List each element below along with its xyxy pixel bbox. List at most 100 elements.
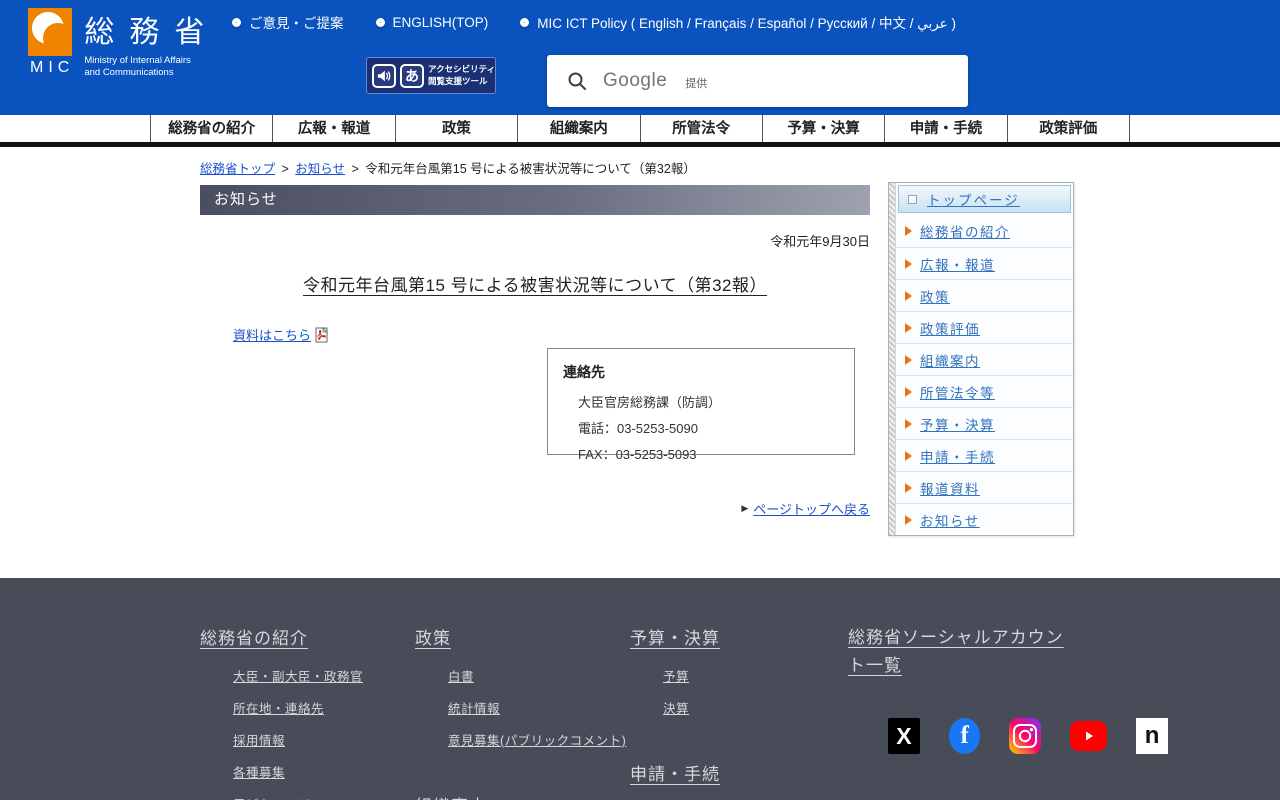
contact-heading: 連絡先 — [563, 362, 854, 382]
footer-link-item: 子どもページ — [233, 794, 415, 800]
material-link[interactable]: 資料はこちら — [233, 325, 311, 344]
footer-link[interactable]: 統計情報 — [448, 702, 500, 716]
back-to-top-link[interactable]: ページトップへ戻る — [753, 499, 870, 518]
sidebar-item[interactable]: 総務省の紹介 — [896, 215, 1073, 247]
triangle-bullet-icon — [905, 291, 912, 301]
nav-item[interactable]: 組織案内 — [517, 115, 639, 142]
accessibility-tool-button[interactable]: あ アクセシビリティ 閲覧支援ツール — [366, 57, 496, 94]
footer-link[interactable]: 各種募集 — [233, 766, 285, 780]
nav-item[interactable]: 総務省の紹介 — [150, 115, 272, 142]
footer-link[interactable]: 大臣・副大臣・政務官 — [233, 670, 363, 684]
footer-link-item: 採用情報 — [233, 730, 415, 762]
x-glyph: X — [896, 723, 911, 750]
sidebar-item-link[interactable]: 政策評価 — [920, 318, 980, 338]
header-links: ご意見・ご提案 ENGLISH(TOP) MIC ICT Policy ( Engl… — [232, 12, 956, 32]
global-nav: 総務省の紹介広報・報道政策組織案内所管法令予算・決算申請・手続政策評価 — [0, 115, 1280, 147]
footer-heading[interactable]: 予算・決算 — [630, 624, 848, 649]
footer-links: 大臣・副大臣・政務官所在地・連絡先採用情報各種募集子どもページ — [200, 666, 415, 800]
footer-heading[interactable]: 組織案内 — [415, 792, 630, 800]
footer-social-heading[interactable]: 総務省ソーシャルアカウント一覧 — [848, 624, 1068, 680]
facebook-glyph: f — [960, 722, 968, 750]
circle-bullet-icon — [376, 18, 385, 27]
header-link[interactable]: MIC ICT Policy ( English / Français / Es… — [520, 12, 956, 32]
sidebar-item-link[interactable]: 所管法令等 — [920, 382, 995, 402]
sidebar-item-link[interactable]: 総務省の紹介 — [920, 221, 1010, 241]
sidebar-item[interactable]: 所管法令等 — [896, 375, 1073, 407]
footer-link[interactable]: 白書 — [448, 670, 474, 684]
facebook-icon[interactable]: f — [949, 718, 981, 754]
footer-heading[interactable]: 政策 — [415, 624, 630, 649]
breadcrumb-link[interactable]: お知らせ — [295, 162, 345, 176]
arrow-right-icon: ▶ — [741, 503, 748, 514]
nav-item[interactable]: 政策評価 — [1007, 115, 1129, 142]
nav-item[interactable]: 政策 — [395, 115, 517, 142]
speaker-icon — [372, 64, 396, 88]
nav-item[interactable]: 広報・報道 — [272, 115, 394, 142]
sidebar-items: 総務省の紹介広報・報道政策政策評価組織案内所管法令等予算・決算申請・手続報道資料… — [896, 215, 1073, 535]
note-icon[interactable]: n — [1136, 718, 1168, 754]
sidebar-item-link[interactable]: 報道資料 — [920, 478, 980, 498]
x-twitter-icon[interactable]: X — [888, 718, 920, 754]
contact-box: 連絡先 大臣官房総務課（防調）電話：03-5253-5090FAX：03-525… — [547, 348, 855, 455]
sidebar-item-link[interactable]: 申請・手続 — [920, 446, 995, 466]
nav-item[interactable]: 所管法令 — [640, 115, 762, 142]
main-area: 総務省トップ > お知らせ > 令和元年台風第15 号による被害状況等について（… — [0, 147, 1280, 578]
site-subtitle-line2: and Communications — [84, 67, 173, 78]
sidebar-item-link[interactable]: お知らせ — [920, 510, 980, 530]
nav-item[interactable]: 予算・決算 — [762, 115, 884, 142]
sidebar-hatch-decoration — [889, 183, 896, 535]
footer-heading[interactable]: 申請・手続 — [630, 760, 848, 785]
site-subtitle: Ministry of Internal Affairs and Communi… — [84, 55, 219, 80]
sidebar-item-link[interactable]: 政策 — [920, 286, 950, 306]
article-date: 令和元年9月30日 — [200, 231, 870, 250]
footer-link-columns: 総務省の紹介大臣・副大臣・政務官所在地・連絡先採用情報各種募集子どもページ政策白… — [200, 578, 848, 800]
instagram-icon[interactable] — [1009, 718, 1041, 754]
circle-bullet-icon — [232, 18, 241, 27]
page-title: 令和元年台風第15 号による被害状況等について（第32報） — [200, 271, 870, 296]
site-search-input[interactable]: Google 提供 — [547, 55, 968, 107]
sidebar-item[interactable]: 報道資料 — [896, 471, 1073, 503]
triangle-bullet-icon — [905, 483, 912, 493]
sidebar-item[interactable]: 組織案内 — [896, 343, 1073, 375]
sidebar-item[interactable]: 政策 — [896, 279, 1073, 311]
content-area: お知らせ 令和元年9月30日 令和元年台風第15 号による被害状況等について（第… — [200, 185, 870, 565]
triangle-bullet-icon — [905, 323, 912, 333]
mic-logo[interactable]: MIC 総務省 Ministry of Internal Affairs and… — [26, 8, 219, 80]
contact-line: 大臣官房総務課（防調） — [578, 392, 854, 411]
footer-heading[interactable]: 総務省の紹介 — [200, 624, 415, 649]
breadcrumb-link[interactable]: 総務省トップ — [200, 162, 275, 176]
footer-links: 白書統計情報意見募集(パブリックコメント) — [415, 666, 630, 762]
accessibility-label-line2: 閲覧支援ツール — [428, 76, 488, 86]
youtube-icon[interactable] — [1070, 721, 1107, 751]
header-link[interactable]: ご意見・ご提案 — [232, 12, 344, 32]
footer-column: 政策白書統計情報意見募集(パブリックコメント) 組織案内 — [415, 578, 630, 800]
footer-link[interactable]: 所在地・連絡先 — [233, 702, 324, 716]
header-link-label: ENGLISH(TOP) — [393, 15, 489, 30]
social-icons-row: X f n — [888, 714, 1168, 758]
back-to-top: ▶ ページトップへ戻る — [741, 499, 870, 518]
footer-link[interactable]: 決算 — [663, 702, 689, 716]
sidebar-item-top-page[interactable]: トップページ — [898, 185, 1071, 213]
global-nav-items: 総務省の紹介広報・報道政策組織案内所管法令予算・決算申請・手続政策評価 — [150, 115, 1130, 142]
breadcrumb-separator: > — [278, 162, 292, 176]
sidebar-item[interactable]: 政策評価 — [896, 311, 1073, 343]
header-link[interactable]: ENGLISH(TOP) — [376, 15, 489, 30]
triangle-bullet-icon — [905, 451, 912, 461]
footer-link[interactable]: 意見募集(パブリックコメント) — [448, 734, 626, 748]
nav-item[interactable]: 申請・手続 — [884, 115, 1006, 142]
sidebar-item-link[interactable]: 広報・報道 — [920, 254, 995, 274]
sidebar-item-link[interactable]: 組織案内 — [920, 350, 980, 370]
footer-column: 総務省の紹介大臣・副大臣・政務官所在地・連絡先採用情報各種募集子どもページ — [200, 578, 415, 800]
sidebar-top-link[interactable]: トップページ — [927, 189, 1020, 209]
triangle-bullet-icon — [905, 259, 912, 269]
footer-link[interactable]: 予算 — [663, 670, 689, 684]
sidebar-item[interactable]: 申請・手続 — [896, 439, 1073, 471]
footer-link[interactable]: 採用情報 — [233, 734, 285, 748]
sidebar-item[interactable]: 広報・報道 — [896, 247, 1073, 279]
footer-link-item: 統計情報 — [448, 698, 630, 730]
sidebar-item[interactable]: 予算・決算 — [896, 407, 1073, 439]
sidebar-item-link[interactable]: 予算・決算 — [920, 414, 995, 434]
search-icon — [567, 71, 587, 91]
sidebar-item[interactable]: お知らせ — [896, 503, 1073, 535]
search-placeholder-brand: Google — [603, 70, 667, 92]
